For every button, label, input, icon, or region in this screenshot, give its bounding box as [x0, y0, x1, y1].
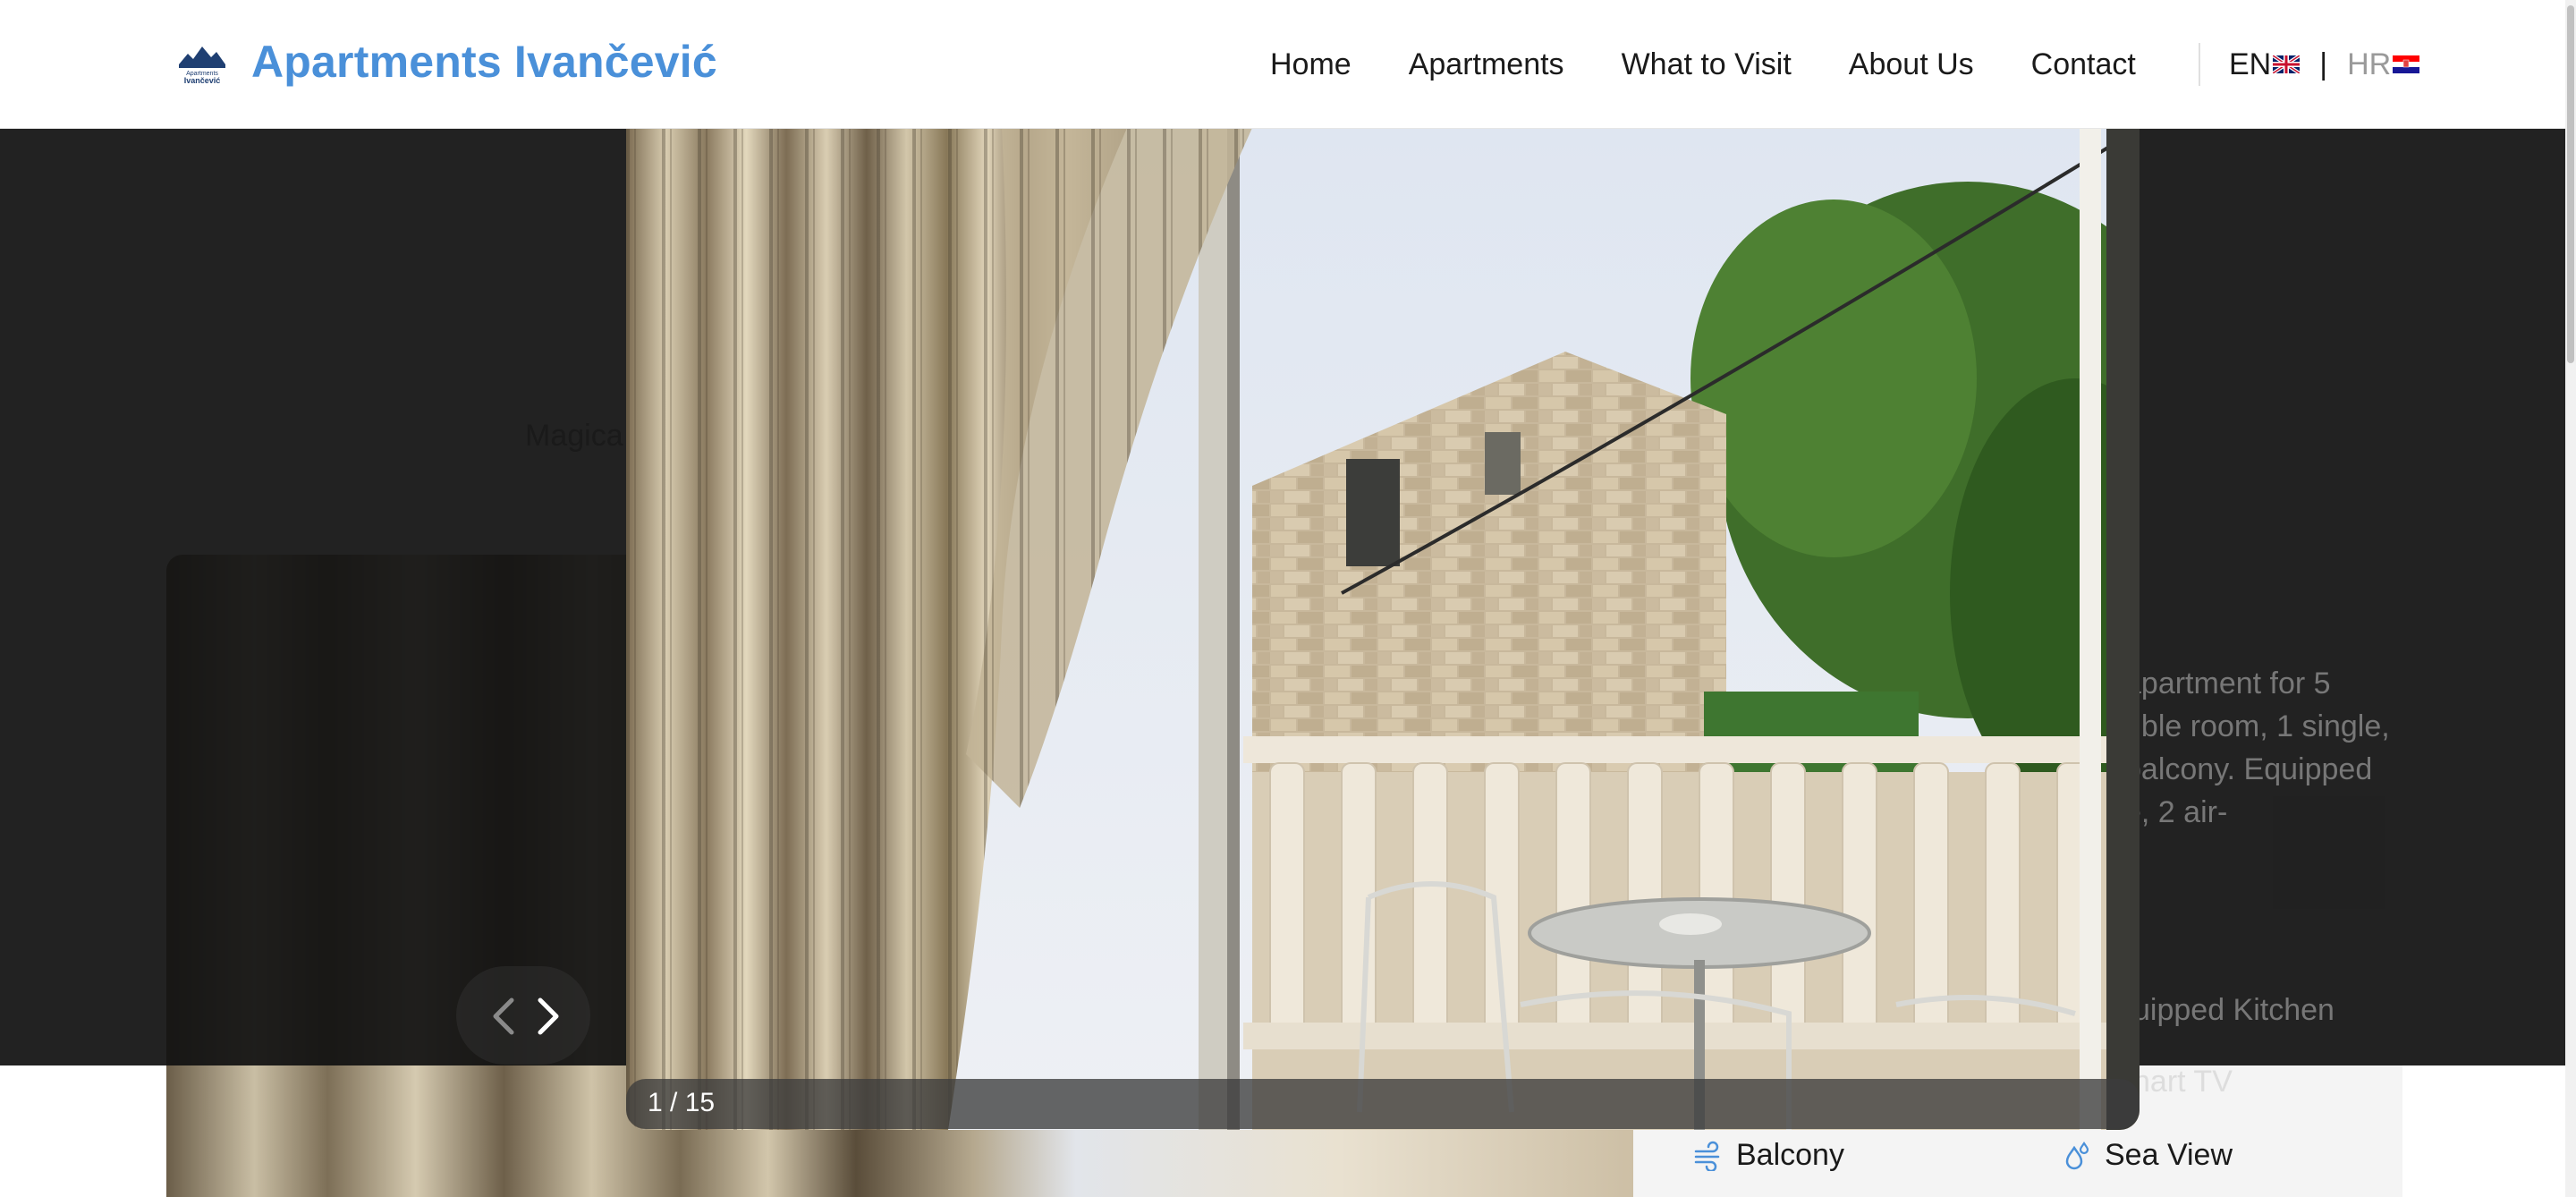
nav-home[interactable]: Home	[1270, 45, 1352, 84]
description-line: balcony. Equipped	[2124, 752, 2373, 786]
nav-divider	[2199, 43, 2200, 86]
lang-hr[interactable]: HR	[2347, 45, 2391, 84]
balcony-photo	[626, 128, 2140, 1130]
amenity-kitchen-label: uipped Kitchen	[2133, 993, 2334, 1027]
description-line: uble room, 1 single,	[2124, 709, 2390, 743]
logo-text-bottom: Ivančević	[184, 76, 221, 85]
lightbox-caption-bar: 1 / 15	[626, 1079, 2140, 1129]
amenity-balcony: Balcony	[1693, 1138, 1844, 1173]
amenity-sea-view: Sea View	[2062, 1138, 2233, 1173]
description-line: .	[2124, 834, 2411, 877]
water-drops-icon	[2065, 1141, 2089, 1169]
logo-icon[interactable]: Apartments Ivančević	[175, 41, 229, 86]
nav-about-us[interactable]: About Us	[1849, 45, 1974, 84]
amenity-kitchen: uipped Kitchen	[2133, 993, 2334, 1028]
scrollbar-thumb[interactable]	[2567, 5, 2574, 363]
wind-icon	[1694, 1141, 1720, 1171]
lang-separator: |	[2319, 47, 2328, 81]
amenity-balcony-label: Balcony	[1736, 1138, 1844, 1172]
chevron-right-icon[interactable]	[530, 995, 565, 1038]
amenity-sea-view-label: Sea View	[2105, 1138, 2233, 1172]
uk-flag-icon[interactable]	[2273, 55, 2301, 73]
lightbox-image[interactable]	[626, 128, 2140, 1130]
brand-title[interactable]: Apartments Ivančević	[251, 36, 717, 88]
main-nav: Home Apartments What to Visit About Us C…	[1270, 45, 2193, 84]
apartment-tagline: Magica	[525, 419, 623, 453]
image-counter: 1 / 15	[648, 1088, 716, 1117]
apartment-description: apartment for 5 uble room, 1 single, bal…	[2124, 662, 2411, 877]
gallery-nav-pill	[456, 966, 590, 1065]
chevron-left-icon[interactable]	[487, 995, 522, 1038]
croatia-flag-icon[interactable]	[2393, 55, 2420, 73]
nav-what-to-visit[interactable]: What to Visit	[1622, 45, 1792, 84]
language-switcher: EN | HR	[2229, 45, 2420, 84]
amenity-tv-label: nart TV	[2133, 1065, 2233, 1099]
description-line: apartment for 5	[2124, 666, 2331, 700]
lang-en[interactable]: EN	[2229, 45, 2271, 84]
nav-contact[interactable]: Contact	[2031, 45, 2136, 84]
description-line: e, 2 air-	[2124, 795, 2228, 829]
site-header: Apartments Ivančević Apartments Ivančevi…	[0, 0, 2565, 129]
nav-apartments[interactable]: Apartments	[1409, 45, 1564, 84]
amenity-tv: nart TV	[2133, 1065, 2233, 1099]
